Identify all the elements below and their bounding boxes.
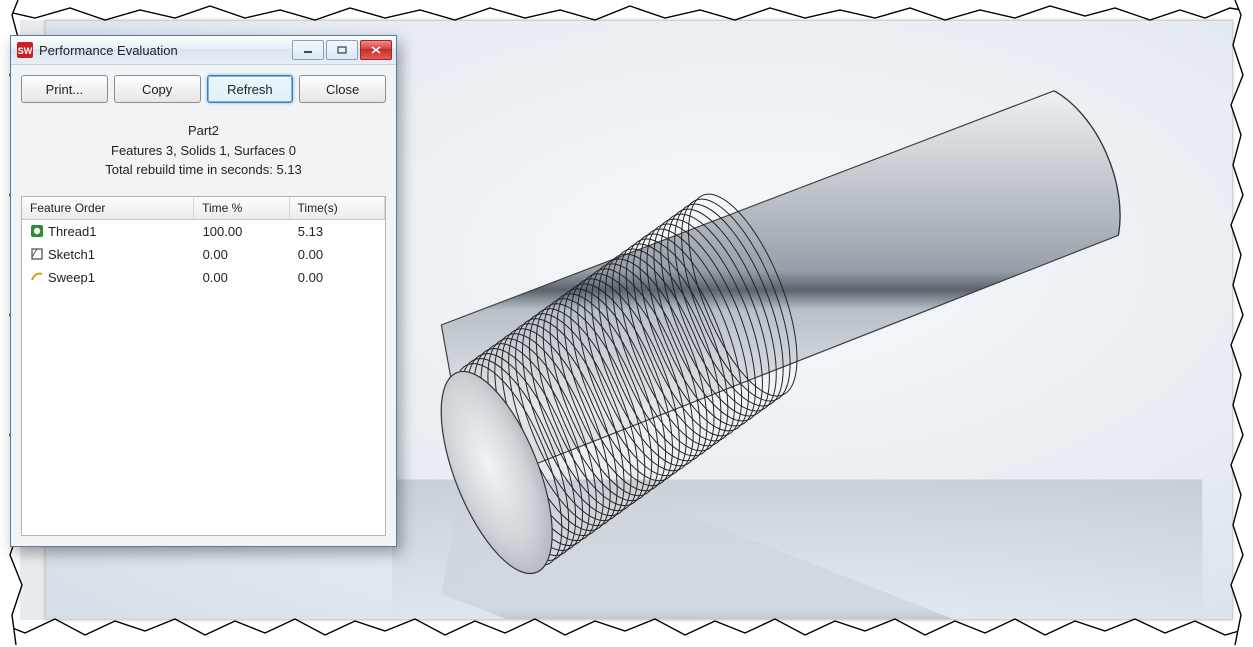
feature-time-s: 0.00	[290, 268, 385, 287]
stats-label: Features 3, Solids 1, Surfaces 0	[21, 141, 386, 161]
table-row[interactable]: Thread1 100.00 5.13	[22, 220, 385, 243]
close-button[interactable]: Close	[299, 75, 386, 103]
summary-block: Part2 Features 3, Solids 1, Surfaces 0 T…	[21, 121, 386, 180]
feature-time-s: 0.00	[290, 245, 385, 264]
part-name-label: Part2	[21, 121, 386, 141]
feature-time-s: 5.13	[290, 222, 385, 241]
sketch-icon	[30, 247, 44, 261]
performance-evaluation-dialog: SW Performance Evaluation Print... Copy …	[10, 35, 397, 547]
dialog-title: Performance Evaluation	[39, 43, 292, 58]
feature-table[interactable]: Feature Order Time % Time(s) Thread1 100…	[21, 196, 386, 537]
minimize-icon	[303, 46, 313, 54]
feature-time-pct: 100.00	[195, 222, 290, 241]
column-header-feature[interactable]: Feature Order	[22, 197, 194, 219]
feature-name: Sketch1	[48, 247, 95, 262]
thread-icon	[30, 224, 44, 238]
close-icon	[371, 46, 381, 54]
column-header-time-s[interactable]: Time(s)	[290, 197, 385, 219]
table-row[interactable]: Sketch1 0.00 0.00	[22, 243, 385, 266]
solidworks-icon: SW	[17, 42, 33, 58]
table-row[interactable]: Sweep1 0.00 0.00	[22, 266, 385, 289]
minimize-button[interactable]	[292, 40, 324, 60]
sweep-icon	[30, 270, 44, 284]
close-window-button[interactable]	[360, 40, 392, 60]
feature-time-pct: 0.00	[195, 268, 290, 287]
feature-time-pct: 0.00	[195, 245, 290, 264]
print-button[interactable]: Print...	[21, 75, 108, 103]
maximize-button[interactable]	[326, 40, 358, 60]
rebuild-time-label: Total rebuild time in seconds: 5.13	[21, 160, 386, 180]
dialog-titlebar[interactable]: SW Performance Evaluation	[11, 36, 396, 65]
feature-name: Sweep1	[48, 270, 95, 285]
refresh-button[interactable]: Refresh	[207, 75, 294, 103]
svg-text:SW: SW	[18, 46, 33, 56]
column-header-time-pct[interactable]: Time %	[194, 197, 289, 219]
feature-name: Thread1	[48, 224, 96, 239]
copy-button[interactable]: Copy	[114, 75, 201, 103]
maximize-icon	[337, 46, 347, 54]
